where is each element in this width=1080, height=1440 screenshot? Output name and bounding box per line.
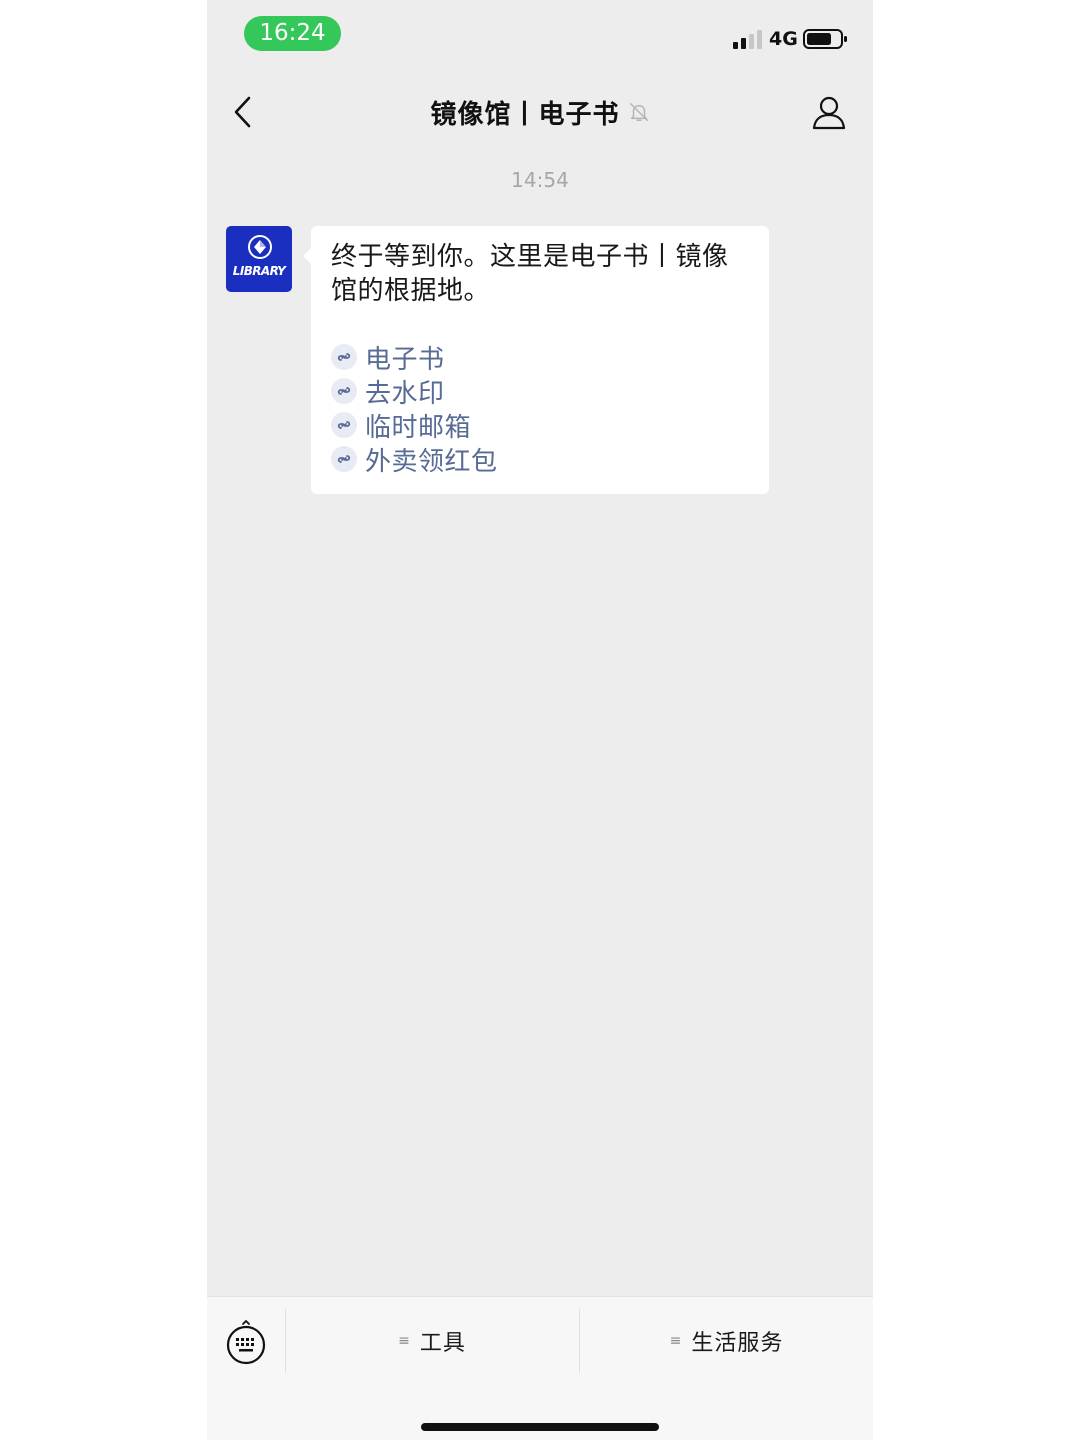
menu-tools-label: 工具	[419, 1331, 466, 1356]
signal-icon	[733, 30, 762, 49]
link-label: 外卖领红包	[365, 446, 498, 477]
mini-program-link-icon	[331, 412, 357, 438]
page-title: 镜像馆丨电子书	[430, 99, 620, 130]
avatar-label: LIBRARY	[232, 264, 286, 278]
link-label: 去水印	[365, 378, 445, 409]
menu-life-services-label: 生活服务	[691, 1331, 784, 1356]
nav-title: 镜像馆丨电子书	[327, 88, 753, 136]
message-timestamp: 14:54	[511, 168, 569, 192]
link-item-remove-watermark[interactable]: 去水印	[331, 374, 751, 409]
message-text: 终于等到你。这里是电子书丨镜像馆的根据地。	[331, 242, 729, 306]
mini-program-link-icon	[331, 378, 357, 404]
link-label: 电子书	[365, 344, 445, 375]
menu-tools-button[interactable]: ≡ 工具	[286, 1311, 578, 1371]
menu-lines-icon: ≡	[669, 1333, 682, 1349]
chat-screen: 16:24 4G 镜像馆丨电子书 14:54 LIBRARY 终于等到你。这里是…	[207, 0, 873, 1440]
profile-button[interactable]	[811, 94, 847, 130]
library-logo-icon	[248, 235, 272, 259]
menu-lines-icon: ≡	[398, 1333, 410, 1349]
mini-program-link-icon	[331, 344, 357, 370]
bell-off-icon	[629, 103, 648, 121]
network-type: 4G	[769, 28, 798, 50]
link-item-ebook[interactable]: 电子书	[331, 340, 751, 375]
menu-life-services-button[interactable]: ≡ 生活服务	[580, 1311, 873, 1371]
link-item-delivery-coupon[interactable]: 外卖领红包	[331, 442, 751, 477]
link-list: 电子书 去水印 临时邮箱 外卖领红包	[331, 340, 751, 477]
avatar[interactable]: LIBRARY	[226, 226, 292, 292]
battery-icon	[803, 29, 847, 49]
status-time: 16:24	[244, 16, 341, 51]
keyboard-icon[interactable]	[225, 1319, 267, 1365]
bottom-menu-bar: ≡ 工具 ≡ 生活服务	[207, 1296, 873, 1440]
bubble-tail	[303, 248, 311, 264]
back-button[interactable]	[229, 94, 257, 130]
message-bubble: 终于等到你。这里是电子书丨镜像馆的根据地。 电子书 去水印 临时邮箱 外卖领红包	[303, 226, 769, 494]
home-indicator	[421, 1423, 659, 1431]
link-item-temp-mail[interactable]: 临时邮箱	[331, 408, 751, 443]
mini-program-link-icon	[331, 446, 357, 472]
link-label: 临时邮箱	[365, 412, 472, 443]
